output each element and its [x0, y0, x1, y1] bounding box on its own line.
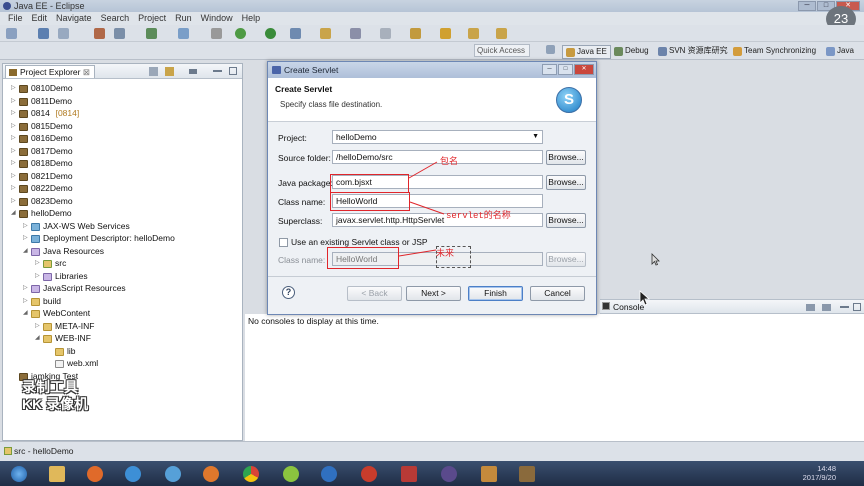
annotation-future-note: 未来	[436, 248, 455, 258]
pointer-icon	[651, 253, 660, 266]
servlet-arrow	[409, 201, 445, 215]
annotation-arrows	[398, 161, 445, 257]
package-arrow	[408, 161, 438, 179]
mouse-cursor-icon	[639, 290, 651, 306]
annotation-servlet-note: servlet的名称	[446, 211, 511, 221]
annotation-package-note: 包名	[440, 156, 459, 166]
future-arrow	[398, 249, 437, 257]
